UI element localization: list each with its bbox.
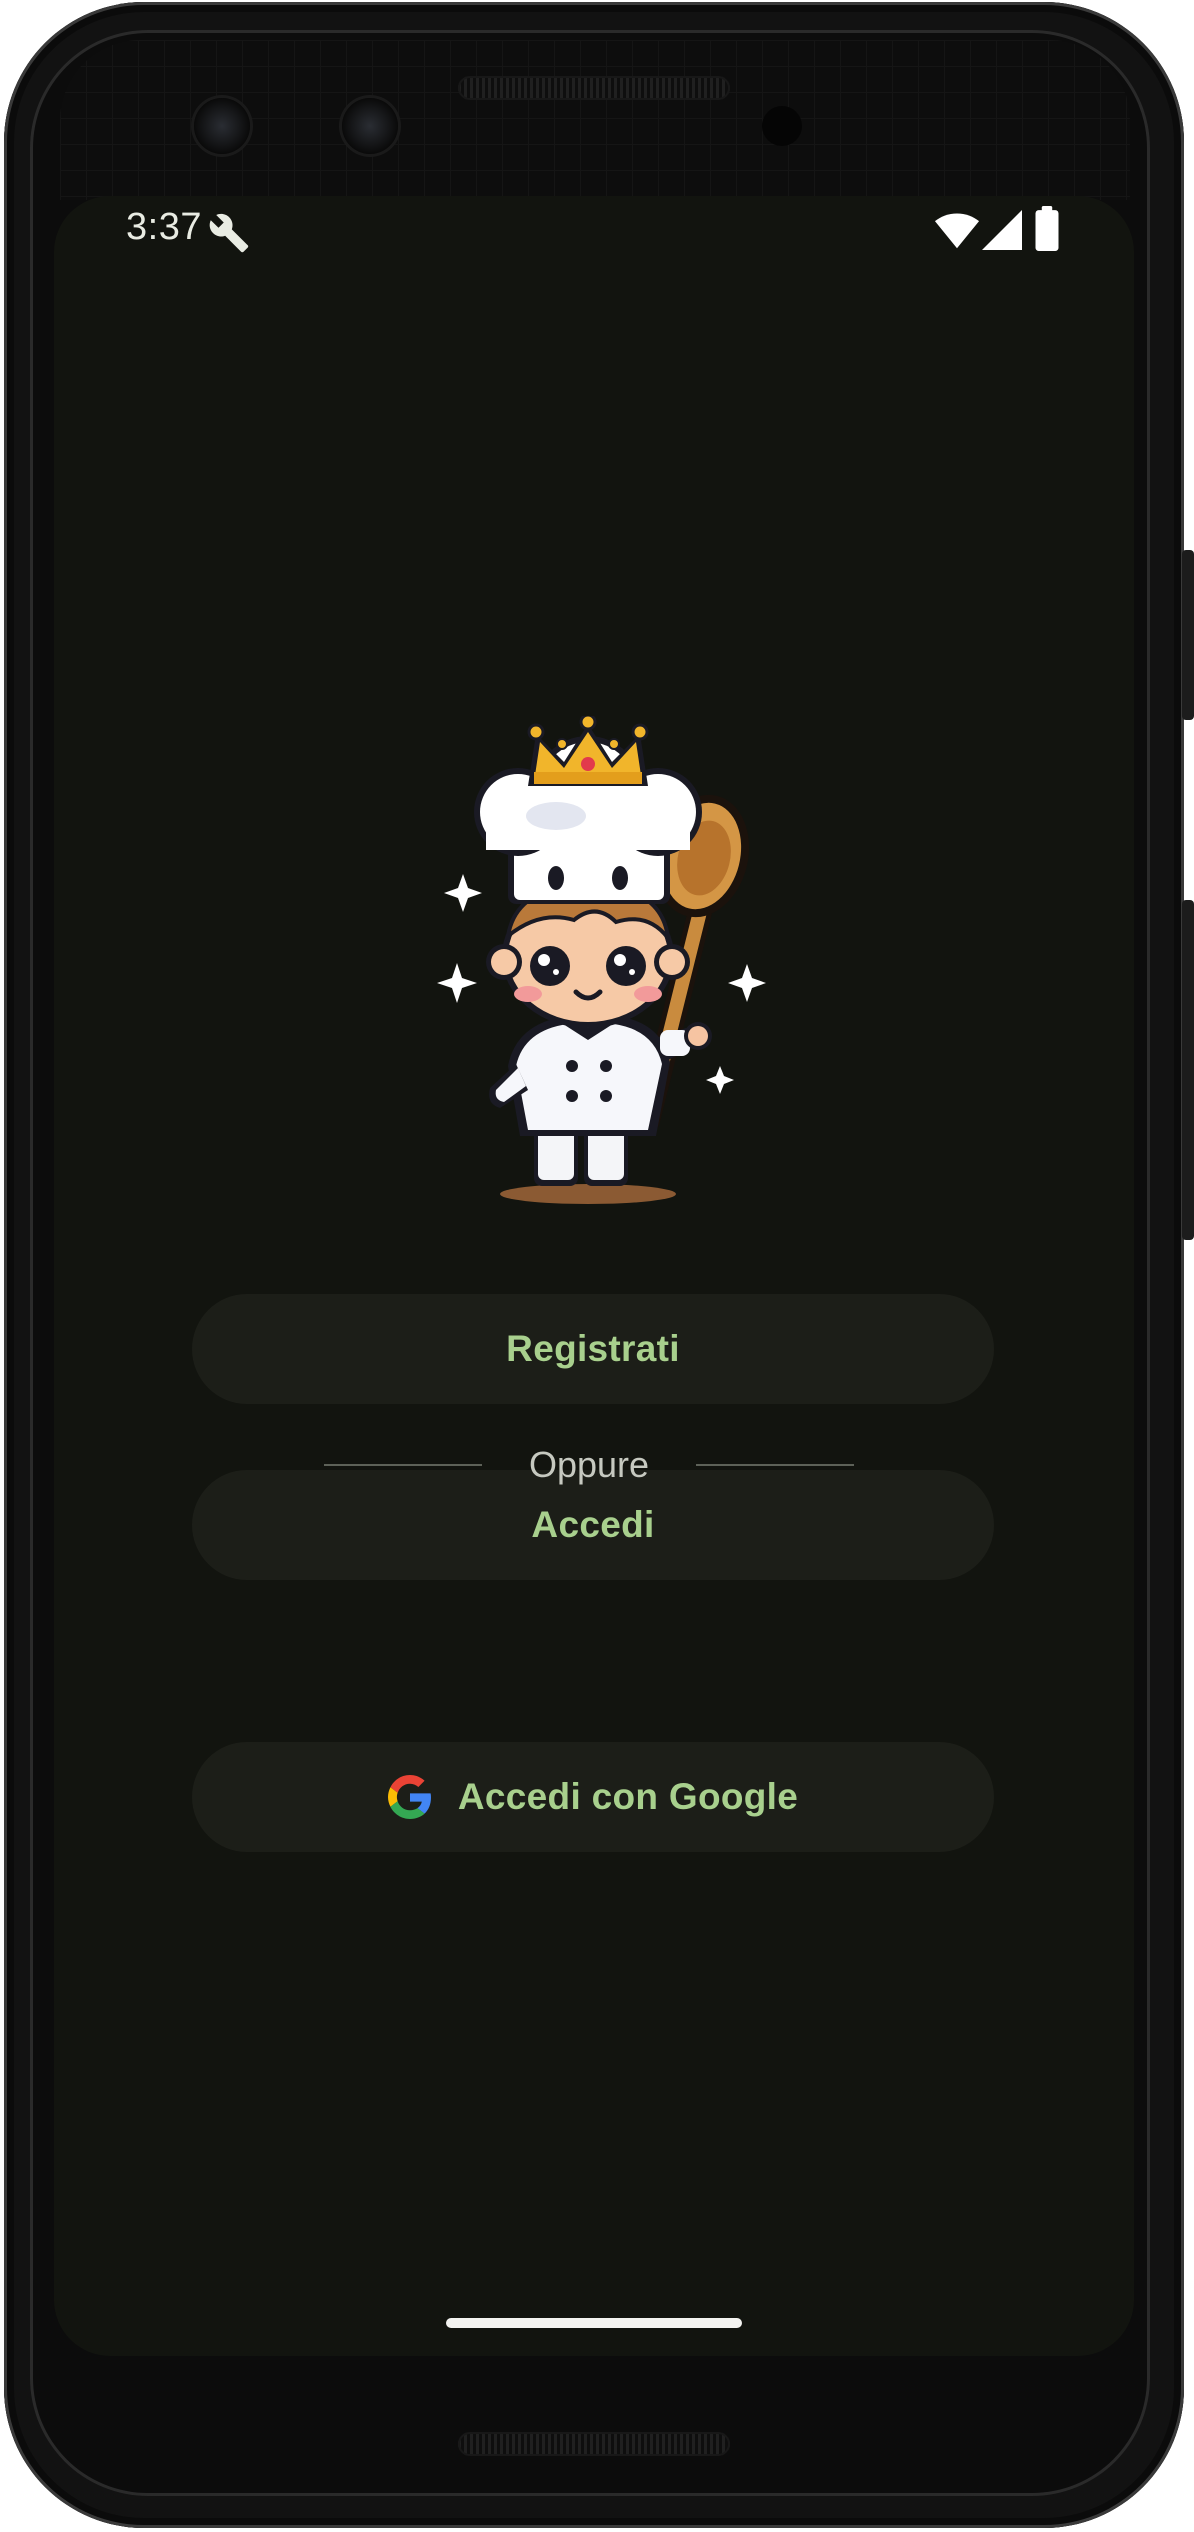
battery-icon <box>1035 206 1059 251</box>
volume-button <box>1182 900 1194 1240</box>
or-divider: Oppure <box>324 1440 854 1490</box>
phone-device: 3:37 Registrati Accedi Oppure Accedi con… <box>0 0 1194 2532</box>
divider-text: Oppure <box>528 1444 650 1485</box>
divider-line-right <box>695 1464 854 1466</box>
login-button-label: Accedi <box>531 1504 655 1545</box>
google-login-label: Accedi con Google <box>457 1776 799 1817</box>
proximity-sensor <box>762 106 802 146</box>
chef-mascot-image <box>437 716 766 1204</box>
home-indicator[interactable] <box>446 2318 742 2328</box>
status-time: 3:37 <box>126 206 202 248</box>
wrench-icon <box>209 213 249 253</box>
register-button-label: Registrati <box>506 1328 680 1369</box>
app-screen: 3:37 Registrati Accedi Oppure Accedi con… <box>54 196 1134 2356</box>
google-icon <box>387 1775 431 1819</box>
wifi-icon <box>934 213 980 249</box>
register-button[interactable]: Registrati <box>192 1294 994 1404</box>
front-camera-right <box>342 98 398 154</box>
google-login-button[interactable]: Accedi con Google <box>192 1742 994 1852</box>
power-button <box>1182 550 1194 720</box>
cell-signal-icon <box>982 210 1022 250</box>
earpiece-speaker <box>458 76 730 100</box>
status-bar: 3:37 <box>54 196 1134 266</box>
front-camera-left <box>194 98 250 154</box>
bottom-speaker <box>458 2432 730 2456</box>
divider-line-left <box>324 1464 482 1466</box>
